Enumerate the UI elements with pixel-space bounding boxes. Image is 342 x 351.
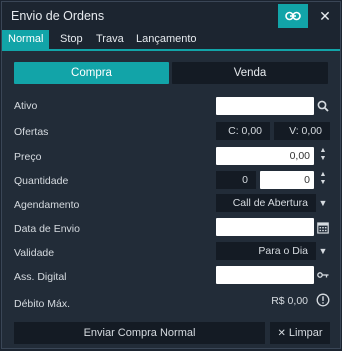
clear-button[interactable]: ✕ Limpar (270, 322, 330, 344)
agendamento-label: Agendamento (14, 199, 80, 211)
title-bar: Envio de Ordens ✕ (2, 2, 340, 30)
quantidade-input[interactable]: 0 (260, 171, 314, 189)
ativo-label: Ativo (14, 100, 38, 112)
close-button[interactable]: ✕ (314, 5, 336, 27)
agendamento-caret-down-icon[interactable]: ▼ (318, 196, 328, 210)
tab-lancamento[interactable]: Lançamento (136, 30, 197, 49)
debito-value: R$ 0,00 (271, 295, 308, 307)
info-icon[interactable] (315, 292, 330, 307)
tab-underline (2, 49, 340, 51)
validade-select[interactable]: Para o Dia (216, 242, 316, 260)
ofertas-label: Ofertas (14, 126, 49, 138)
calendar-icon[interactable] (316, 218, 330, 236)
agendamento-select[interactable]: Call de Abertura (216, 194, 316, 212)
sell-button[interactable]: Venda (172, 62, 328, 84)
ativo-input[interactable] (216, 97, 314, 115)
quantidade-label: Quantidade (14, 175, 69, 187)
tab-stop[interactable]: Stop (60, 30, 83, 49)
validade-label: Validade (14, 247, 55, 259)
validade-caret-down-icon[interactable]: ▼ (318, 244, 328, 258)
debito-label: Débito Máx. (14, 298, 71, 310)
x-icon: ✕ (277, 328, 286, 339)
link-button[interactable] (278, 4, 308, 28)
buy-button[interactable]: Compra (14, 62, 169, 84)
quantidade-lot-value: 0 (216, 171, 256, 189)
tab-normal[interactable]: Normal (2, 30, 50, 49)
data-envio-label: Data de Envio (14, 223, 80, 235)
search-icon[interactable] (316, 98, 330, 114)
key-icon[interactable] (316, 268, 330, 282)
ass-digital-input[interactable] (216, 266, 314, 284)
close-icon: ✕ (319, 7, 331, 24)
quantidade-spinner-icon[interactable]: ▲ ▼ (318, 171, 328, 187)
preco-spinner-icon[interactable]: ▲ ▼ (318, 147, 328, 163)
preco-input[interactable]: 0,00 (216, 147, 314, 165)
window-title: Envio de Ordens (11, 9, 105, 23)
link-icon (285, 11, 301, 21)
tab-bar: Normal Stop Trava Lançamento (2, 30, 340, 49)
ass-digital-label: Ass. Digital (14, 271, 67, 283)
data-envio-input[interactable] (216, 218, 314, 236)
ofertas-compra-value: C: 0,00 (216, 122, 270, 140)
order-window: Envio de Ordens ✕ Normal Stop Trava Lanç… (1, 1, 341, 349)
tab-trava[interactable]: Trava (96, 30, 124, 49)
preco-label: Preço (14, 151, 42, 163)
ofertas-venda-value: V: 0,00 (274, 122, 330, 140)
submit-order-button[interactable]: Enviar Compra Normal (14, 322, 265, 344)
clear-button-label: Limpar (288, 327, 323, 339)
